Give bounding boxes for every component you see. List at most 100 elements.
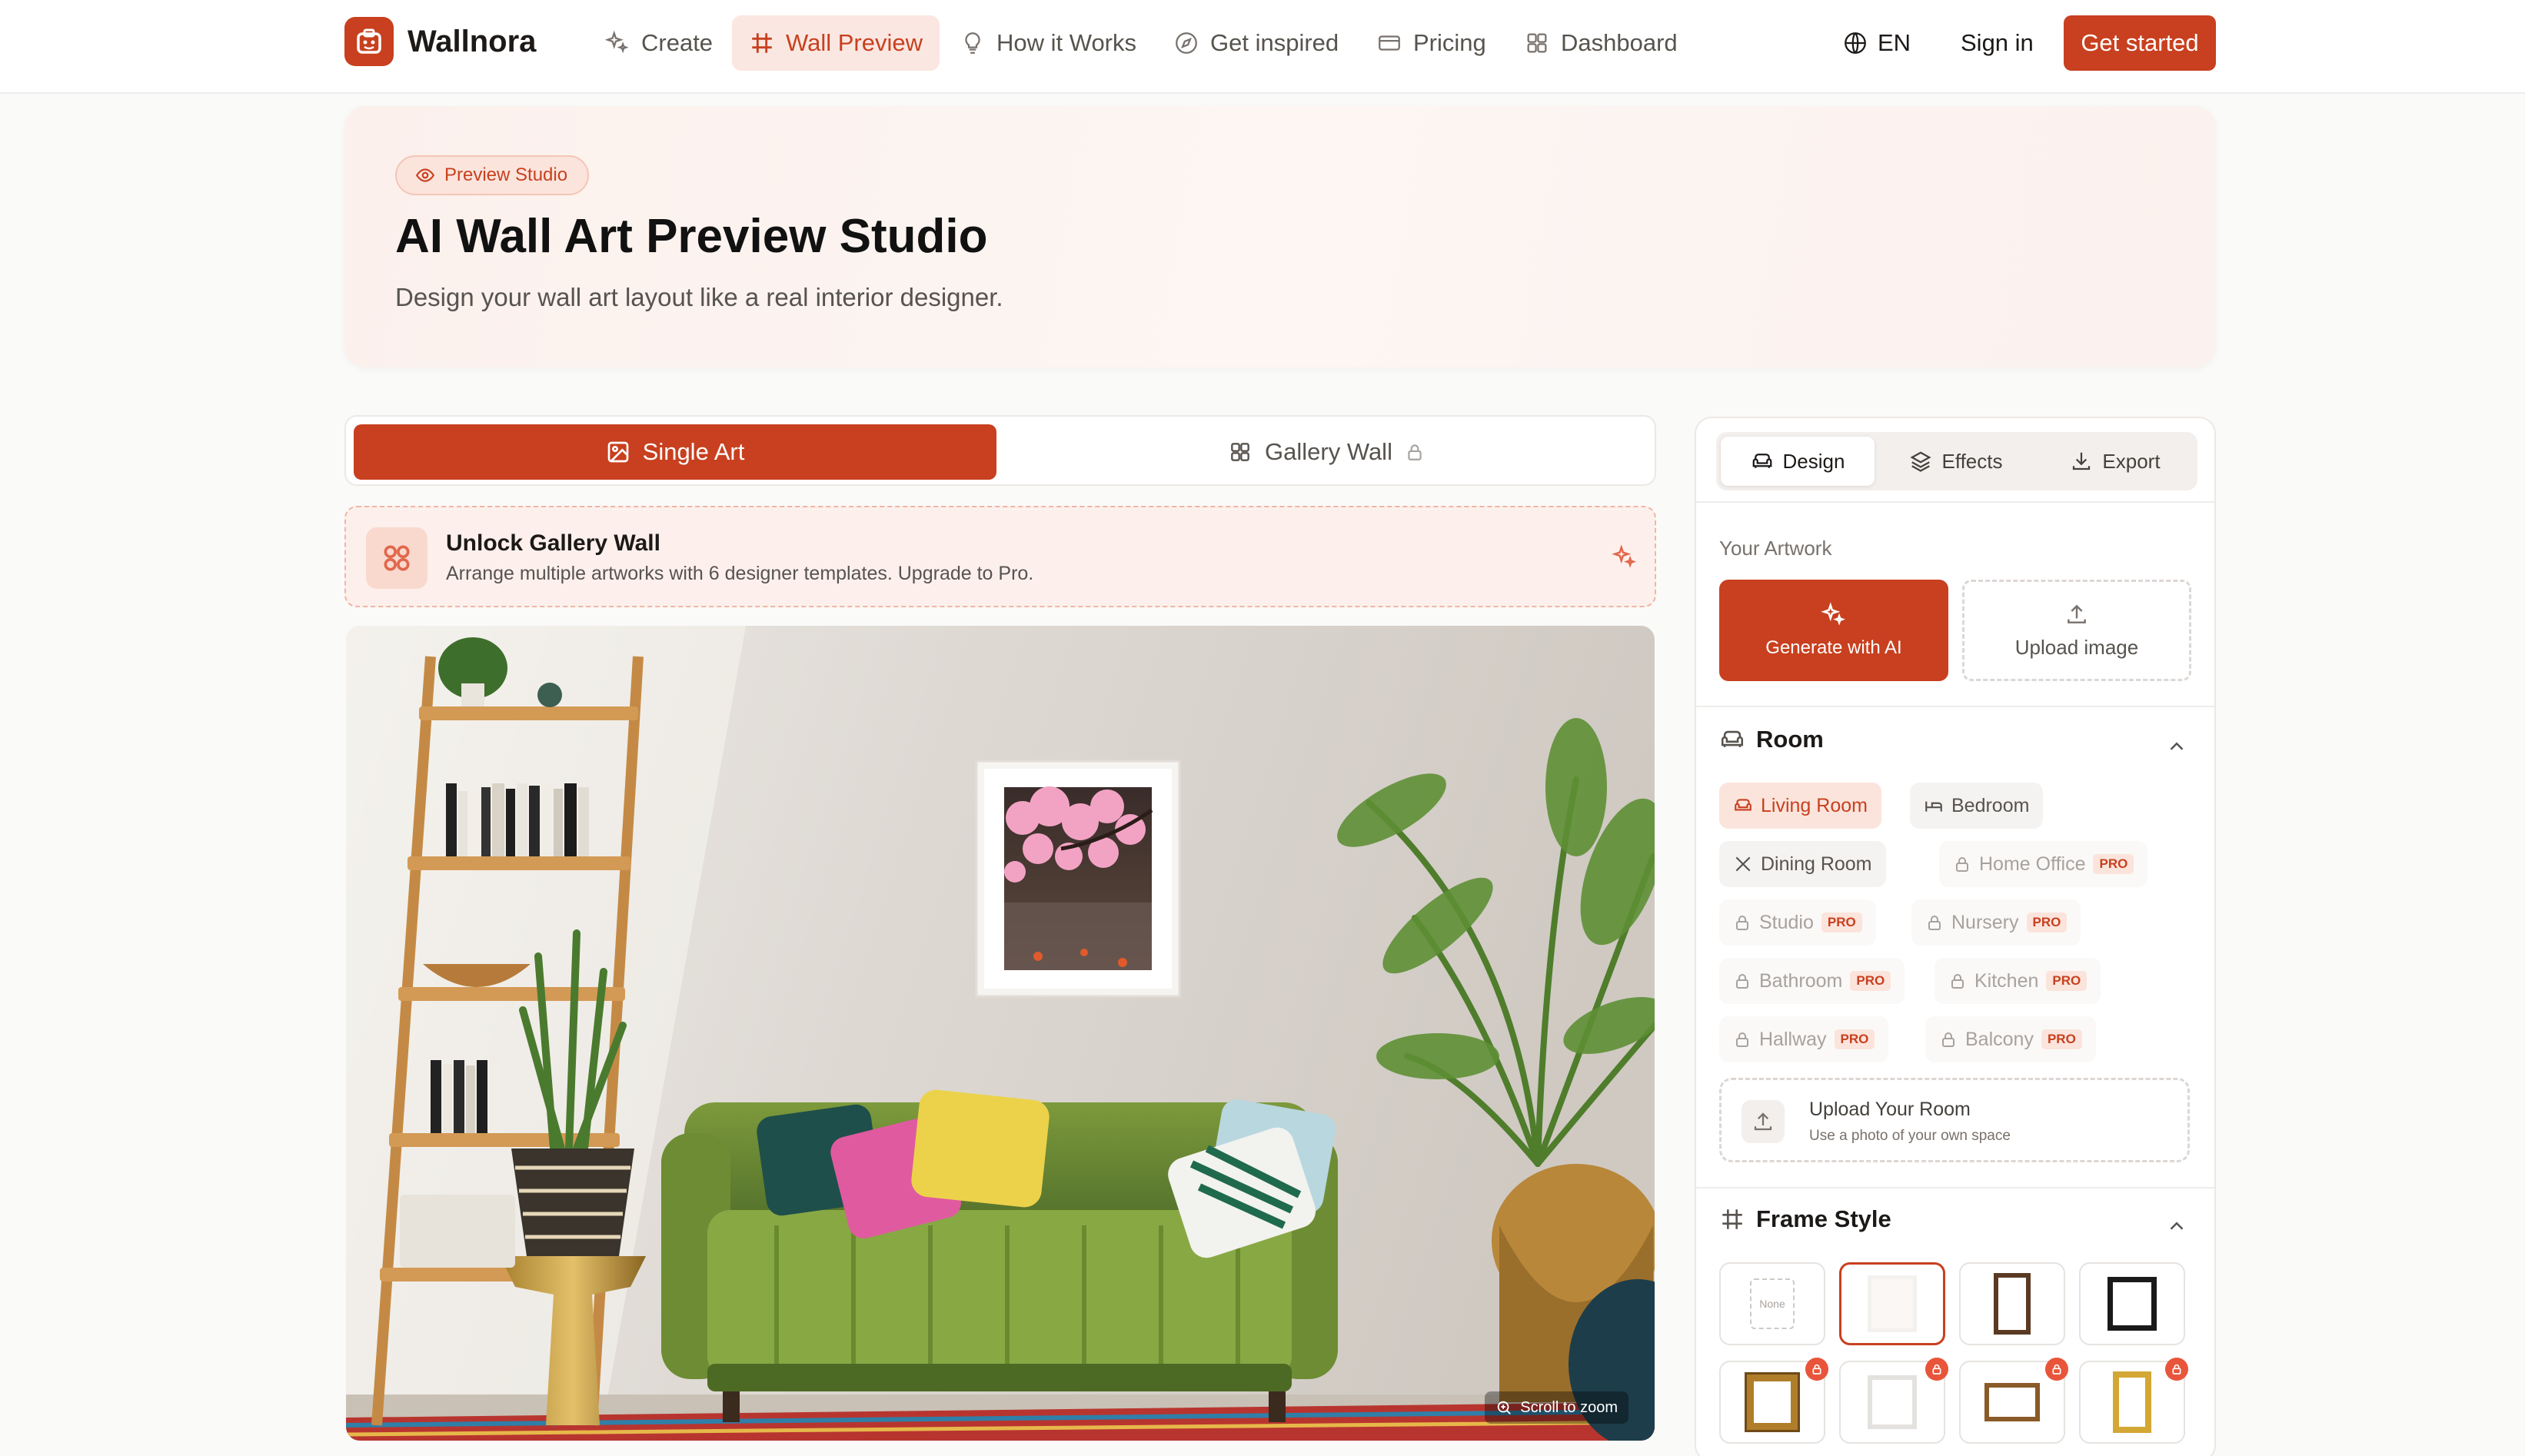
tab-design-label: Design <box>1782 449 1845 473</box>
frame-option-white[interactable] <box>1839 1262 1945 1345</box>
frame-option-none[interactable]: None <box>1719 1262 1825 1345</box>
upload-icon <box>1742 1100 1785 1143</box>
frame-white-swatch <box>1868 1275 1917 1332</box>
frame-style-section-header[interactable]: Frame Style <box>1719 1205 1891 1233</box>
upload-label: Upload image <box>2014 635 2139 659</box>
tab-design[interactable]: Design <box>1721 437 1875 486</box>
hash-frame-icon <box>1722 1209 1742 1229</box>
nav-get-inspired-label: Get inspired <box>1210 29 1339 56</box>
room-option-dining-room[interactable]: Dining Room <box>1719 841 1886 887</box>
chevron-up-icon[interactable] <box>2165 735 2188 758</box>
single-art-label: Single Art <box>642 438 745 465</box>
sign-in-link[interactable]: Sign in <box>1945 15 2049 71</box>
nav-pricing[interactable]: Pricing <box>1359 15 1503 71</box>
lightbulb-icon <box>965 32 980 54</box>
room-option-label: Bedroom <box>1951 794 2030 816</box>
lock-icon <box>1942 1032 1954 1047</box>
divider <box>1696 706 2214 707</box>
nav-create-label: Create <box>641 29 714 56</box>
nav-how-it-works[interactable]: How it Works <box>943 15 1153 71</box>
room-option-kitchen[interactable]: Kitchen PRO <box>1935 958 2101 1004</box>
room-option-label: Studio <box>1759 911 1814 933</box>
room-option-label: Bathroom <box>1759 969 1843 992</box>
unlock-gallery-banner[interactable]: Unlock Gallery Wall Arrange multiple art… <box>344 506 1656 607</box>
room-option-label: Dining Room <box>1761 853 1872 875</box>
language-switcher[interactable]: EN <box>1842 15 1911 71</box>
sparkles-icon <box>1821 602 1846 626</box>
download-icon <box>2073 452 2091 470</box>
badge-label: Preview Studio <box>444 165 568 185</box>
frame-option-gold-ornate[interactable] <box>1719 1358 1828 1444</box>
gallery-wall-label: Gallery Wall <box>1265 438 1392 465</box>
grid-icon <box>1527 33 1547 53</box>
divider <box>1696 1187 2214 1188</box>
frame-none-label: None <box>1750 1278 1795 1329</box>
room-option-label: Kitchen <box>1974 969 2039 992</box>
sofa-icon <box>1721 730 1744 747</box>
frame-option-wood-wide[interactable] <box>1959 1358 2068 1444</box>
sofa-icon <box>1735 799 1752 811</box>
zoom-hint-label: Scroll to zoom <box>1520 1398 1618 1416</box>
hash-frame-icon <box>752 33 772 53</box>
room-option-hallway[interactable]: Hallway PRO <box>1719 1016 1889 1062</box>
zoom-icon <box>1498 1401 1512 1414</box>
room-section-header[interactable]: Room <box>1719 726 1824 753</box>
divider <box>1696 501 2214 503</box>
lock-icon <box>1956 857 1968 872</box>
layers-icon <box>1910 451 1932 472</box>
page-title: AI Wall Art Preview Studio <box>395 210 988 263</box>
bed-icon <box>1925 801 1942 812</box>
nav-create[interactable]: Create <box>587 15 730 71</box>
chevron-up-icon[interactable] <box>2165 1215 2188 1238</box>
frame-gold-ornate-swatch <box>1745 1372 1800 1432</box>
frame-option-silver[interactable] <box>1839 1358 1948 1444</box>
nav-get-inspired[interactable]: Get inspired <box>1156 15 1356 71</box>
tab-effects[interactable]: Effects <box>1879 437 2033 486</box>
brand-logo[interactable]: Wallnora <box>344 17 536 66</box>
frame-option-gold-baroque[interactable] <box>2079 1358 2188 1444</box>
credit-card-icon <box>1379 35 1400 51</box>
pro-badge: PRO <box>1850 971 1891 991</box>
frame-option-walnut[interactable] <box>1959 1262 2065 1345</box>
lock-icon <box>1408 444 1422 460</box>
generate-label: Generate with AI <box>1765 637 1902 658</box>
get-started-button[interactable]: Get started <box>2064 15 2216 71</box>
pro-badge: PRO <box>2046 971 2088 991</box>
sofa-icon <box>1752 454 1771 468</box>
tab-export[interactable]: Export <box>2038 437 2193 486</box>
frame-option-black[interactable] <box>2079 1262 2185 1345</box>
room-option-label: Nursery <box>1951 911 2019 933</box>
nav-dashboard[interactable]: Dashboard <box>1507 15 1695 71</box>
frame-style-title: Frame Style <box>1756 1205 1891 1232</box>
lock-icon <box>2165 1358 2188 1381</box>
room-preview-canvas[interactable]: Scroll to zoom <box>346 626 1655 1441</box>
room-option-bedroom[interactable]: Bedroom <box>1910 783 2044 829</box>
pro-badge: PRO <box>1821 912 1862 932</box>
single-art-tab[interactable]: Single Art <box>354 424 996 480</box>
upload-image-button[interactable]: Upload image <box>1962 580 2191 681</box>
globe-icon <box>1845 32 1866 54</box>
room-option-bathroom[interactable]: Bathroom PRO <box>1719 958 1905 1004</box>
zoom-hint: Scroll to zoom <box>1485 1391 1628 1424</box>
room-option-label: Balcony <box>1965 1028 2034 1050</box>
room-option-home-office[interactable]: Home Office PRO <box>1939 841 2148 887</box>
lock-icon <box>1736 974 1748 989</box>
frame-gold-baroque-swatch <box>2113 1371 2151 1433</box>
room-option-nursery[interactable]: Nursery PRO <box>1911 899 2081 946</box>
upload-icon <box>2068 604 2086 623</box>
sparkles-icon <box>604 30 629 54</box>
room-option-living-room[interactable]: Living Room <box>1719 783 1881 829</box>
nav-wall-preview[interactable]: Wall Preview <box>732 15 940 71</box>
eye-icon <box>415 168 435 182</box>
upload-your-room-button[interactable]: Upload Your Room Use a photo of your own… <box>1719 1078 2190 1162</box>
room-option-studio[interactable]: Studio PRO <box>1719 899 1876 946</box>
room-option-balcony[interactable]: Balcony PRO <box>1925 1016 2096 1062</box>
tab-effects-label: Effects <box>1941 449 2003 473</box>
top-navbar: Wallnora Create Wall Preview How it Work… <box>0 0 2525 94</box>
page-subtitle: Design your wall art layout like a real … <box>395 283 1003 311</box>
generate-with-ai-button[interactable]: Generate with AI <box>1719 580 1948 681</box>
pro-badge: PRO <box>1834 1029 1875 1049</box>
gallery-wall-tab[interactable]: Gallery Wall <box>1004 424 1648 480</box>
brand-name: Wallnora <box>408 24 537 58</box>
tab-export-label: Export <box>2102 449 2161 473</box>
